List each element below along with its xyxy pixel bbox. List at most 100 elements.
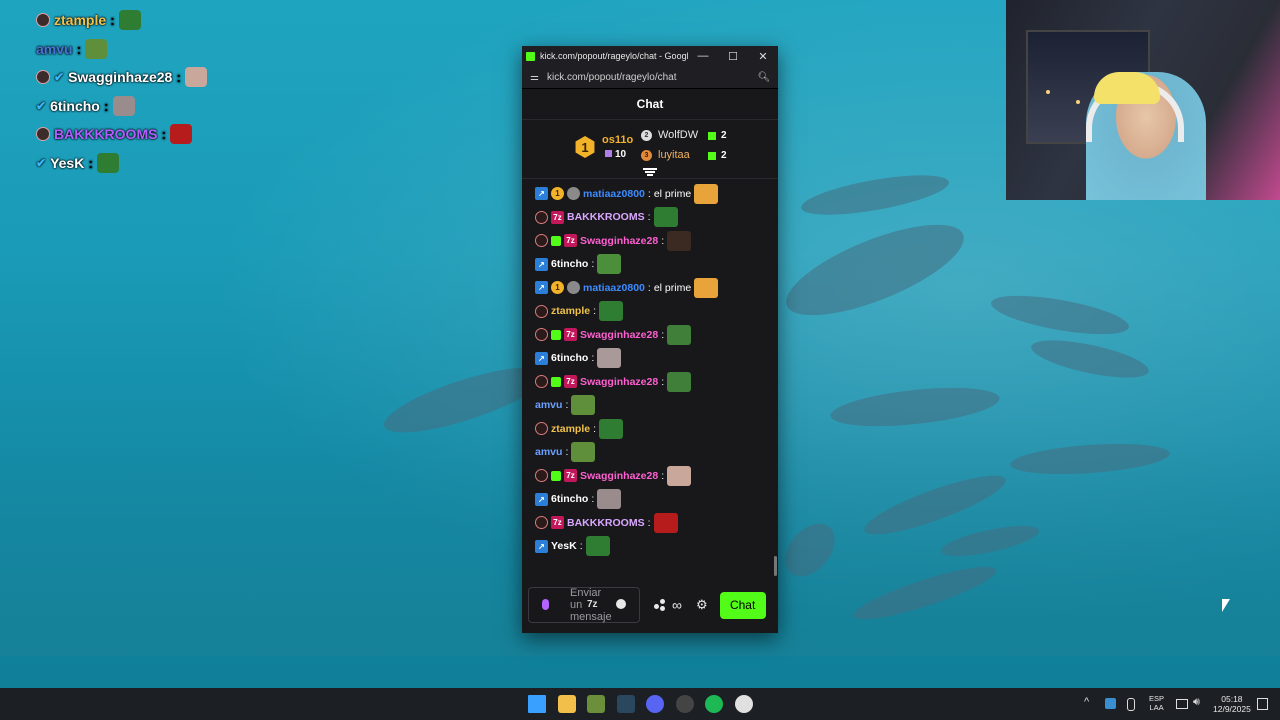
chat-message[interactable]: 7z BAKKKROOMS: <box>522 206 778 230</box>
verified-badge-icon[interactable]: ↗ <box>535 539 548 553</box>
notifications-icon[interactable] <box>1257 698 1268 710</box>
microphone-icon[interactable] <box>542 599 549 610</box>
community-icon[interactable] <box>654 599 666 611</box>
verified-badge-icon[interactable]: ↗ <box>535 187 548 201</box>
first-rank-badge-icon[interactable]: 1 <box>551 187 564 201</box>
chat-username[interactable]: Swagginhaze28 <box>580 235 658 247</box>
zoom-icon[interactable]: 🔍︎ <box>750 72 778 83</box>
chat-message[interactable]: 7z Swagginhaze28: <box>522 229 778 253</box>
chat-input[interactable]: Enviar un mensaje 7z <box>528 587 640 623</box>
chat-username[interactable]: BAKKKROOMS <box>567 517 645 529</box>
chat-username[interactable]: 6tincho <box>551 493 588 505</box>
chat-message[interactable]: amvu: <box>522 394 778 418</box>
volume-icon[interactable]: 🔊︎ <box>1193 696 1200 709</box>
og-badge-icon[interactable] <box>535 304 548 318</box>
chat-username[interactable]: YesK <box>551 540 577 552</box>
send-chat-button[interactable]: Chat <box>719 591 766 619</box>
emote-image[interactable] <box>597 348 622 369</box>
chat-username[interactable]: ztample <box>551 423 590 435</box>
emote-image[interactable] <box>597 254 622 275</box>
verified-badge-icon[interactable]: ↗ <box>535 281 548 295</box>
chat-username[interactable]: BAKKKROOMS <box>567 211 645 223</box>
og-badge-icon[interactable] <box>535 328 548 342</box>
emote-image[interactable] <box>667 230 692 251</box>
gifter-badge-icon[interactable] <box>551 329 561 340</box>
emoji-icon[interactable] <box>616 599 626 609</box>
og-badge-icon[interactable] <box>535 210 548 224</box>
infinity-icon[interactable]: ∞ <box>672 597 682 613</box>
gifter-badge-icon[interactable] <box>551 235 561 246</box>
chat-message[interactable]: 7z BAKKKROOMS: <box>522 511 778 535</box>
verified-badge-icon[interactable]: ↗ <box>535 351 548 365</box>
subscriber-badge-icon[interactable]: 7z <box>551 516 564 530</box>
chat-message[interactable]: ↗ 6tincho: <box>522 253 778 277</box>
subscriber-badge-icon[interactable]: 7z <box>564 375 577 389</box>
emote-image[interactable] <box>667 324 692 345</box>
chat-message[interactable]: 7z Swagginhaze28: <box>522 323 778 347</box>
emote-image[interactable] <box>571 395 596 416</box>
emote-image[interactable] <box>653 207 678 228</box>
file-explorer-icon[interactable] <box>557 695 576 713</box>
site-settings-icon[interactable]: ⚌ <box>522 72 547 83</box>
gift-leaderboard[interactable]: 1 os11o 10 2 WolfDW 2 3 luyitaa 2 <box>522 120 778 179</box>
address-bar[interactable]: ⚌ kick.com/popout/rageylo/chat 🔍︎ <box>522 66 778 89</box>
chat-settings-icon[interactable]: ⚙ <box>696 597 708 613</box>
og-badge-icon[interactable] <box>535 422 548 436</box>
emote-image[interactable] <box>585 536 610 557</box>
tray-app-icon[interactable] <box>1105 698 1116 709</box>
chat-username[interactable]: ztample <box>551 305 590 317</box>
tray-overflow-chevron-icon[interactable]: ^ <box>1084 696 1089 708</box>
emote-image[interactable] <box>571 442 596 463</box>
emote-image[interactable] <box>599 418 624 439</box>
chat-message[interactable]: amvu: <box>522 441 778 465</box>
minimize-button[interactable]: — <box>688 50 718 62</box>
second-name[interactable]: WolfDW <box>658 129 698 141</box>
chat-message-list[interactable]: ↗ 1 matiaaz0800: el prime 7z BAKKKROOMS:7z Sw… <box>522 182 778 582</box>
chat-message[interactable]: ↗ 6tincho: <box>522 488 778 512</box>
subscriber-badge-icon[interactable]: 7z <box>551 210 564 224</box>
verified-badge-icon[interactable]: ↗ <box>535 492 548 506</box>
chat-message[interactable]: ↗ YesK: <box>522 535 778 559</box>
emote-image[interactable] <box>667 465 692 486</box>
og-badge-icon[interactable] <box>535 516 548 530</box>
subscriber-badge-icon[interactable]: 7z <box>564 328 577 342</box>
emote-image[interactable] <box>694 183 719 204</box>
chat-message[interactable]: ↗ 1 matiaaz0800: el prime <box>522 276 778 300</box>
chat-username[interactable]: amvu <box>535 446 562 458</box>
emote-image[interactable] <box>653 512 678 533</box>
first-rank-badge-icon[interactable]: 1 <box>551 281 564 295</box>
expand-leaderboard-icon[interactable] <box>643 167 657 177</box>
chat-username[interactable]: matiaaz0800 <box>583 282 645 294</box>
coin-badge-icon[interactable] <box>567 187 580 201</box>
chat-message[interactable]: ↗ 1 matiaaz0800: el prime <box>522 182 778 206</box>
chat-username[interactable]: amvu <box>535 399 562 411</box>
emote-image[interactable] <box>694 277 719 298</box>
chat-username[interactable]: Swagginhaze28 <box>580 329 658 341</box>
coin-badge-icon[interactable] <box>567 281 580 295</box>
windows-start-icon[interactable] <box>528 695 546 713</box>
chat-username[interactable]: Swagginhaze28 <box>580 470 658 482</box>
chat-message[interactable]: ↗ 6tincho: <box>522 347 778 371</box>
steam-icon[interactable] <box>616 695 635 713</box>
obs-icon[interactable] <box>675 695 694 713</box>
app-pepe-icon[interactable] <box>587 695 605 713</box>
close-button[interactable]: ✕ <box>748 50 778 63</box>
og-badge-icon[interactable] <box>535 234 548 248</box>
emote-image[interactable] <box>667 371 692 392</box>
chat-message[interactable]: ztample: <box>522 417 778 441</box>
third-name[interactable]: luyitaa <box>658 149 690 161</box>
og-badge-icon[interactable] <box>535 469 548 483</box>
url-text[interactable]: kick.com/popout/rageylo/chat <box>547 72 750 83</box>
verified-badge-icon[interactable]: ↗ <box>535 257 548 271</box>
spotify-icon[interactable] <box>705 695 723 713</box>
discord-icon[interactable] <box>646 695 664 713</box>
chrome-icon[interactable] <box>734 695 753 713</box>
system-clock[interactable]: 05:18 12/9/2025 <box>1213 694 1251 714</box>
network-icon[interactable] <box>1176 699 1188 709</box>
chat-scrollbar[interactable] <box>774 556 777 576</box>
leader-name[interactable]: os11o <box>602 134 633 146</box>
maximize-button[interactable]: ☐ <box>718 50 748 63</box>
chat-username[interactable]: Swagginhaze28 <box>580 376 658 388</box>
subscriber-badge-icon[interactable]: 7z <box>564 469 577 483</box>
emote-image[interactable] <box>597 489 622 510</box>
